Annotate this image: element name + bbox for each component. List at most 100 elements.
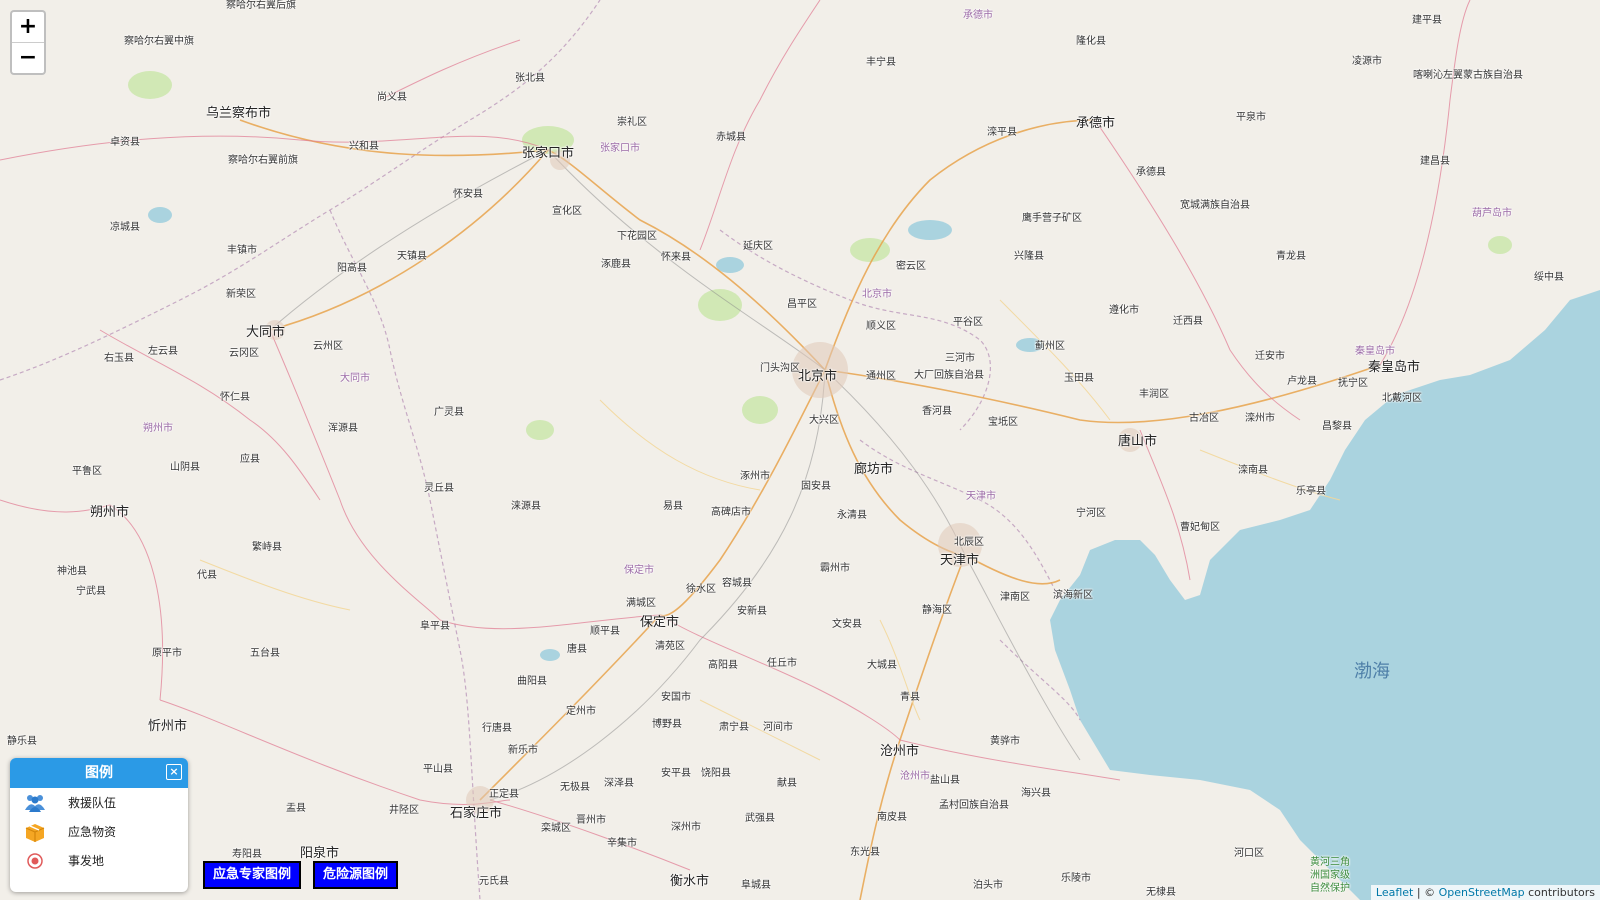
county-label: 山阴县 <box>170 462 200 473</box>
region-label: 朔州市 <box>143 423 173 434</box>
county-label: 密云区 <box>896 261 926 272</box>
county-label: 建平县 <box>1412 15 1442 26</box>
county-label: 通州区 <box>866 371 896 382</box>
county-label: 安国市 <box>661 692 691 703</box>
county-label: 浑源县 <box>328 423 358 434</box>
map-canvas[interactable]: 乌兰察布市 张家口市 承德市 大同市 北京市 廊坊市 唐山市 秦皇岛市 天津市 … <box>0 0 1600 900</box>
county-label: 顺义区 <box>866 321 896 332</box>
county-label: 涞源县 <box>511 501 541 512</box>
county-label: 繁峙县 <box>252 542 282 553</box>
sea-label: 渤海 <box>1354 661 1390 682</box>
incident-location-icon <box>24 850 46 872</box>
city-label: 朔州市 <box>90 505 130 520</box>
county-label: 泊头市 <box>973 880 1003 891</box>
legend-header: 图例 × <box>10 758 188 788</box>
county-label: 大厂回族自治县 <box>914 370 984 381</box>
city-label: 阳泉市 <box>300 846 340 861</box>
county-label: 深泽县 <box>604 778 634 789</box>
county-label: 涿鹿县 <box>601 259 631 270</box>
region-label: 北京市 <box>862 289 892 300</box>
county-label: 安新县 <box>737 606 767 617</box>
city-label: 天津市 <box>940 553 980 568</box>
county-label: 尚义县 <box>377 92 407 103</box>
county-label: 卓资县 <box>110 137 140 148</box>
legend-close-button[interactable]: × <box>166 764 182 780</box>
county-label: 神池县 <box>57 566 87 577</box>
county-label: 霸州市 <box>820 563 850 574</box>
county-label: 隆化县 <box>1076 36 1106 47</box>
county-label: 栾城区 <box>541 823 571 834</box>
park-label: 黄河三角洲国家级自然保护 <box>1310 857 1350 894</box>
city-label: 沧州市 <box>880 744 920 759</box>
county-label: 乐亭县 <box>1296 486 1326 497</box>
county-label: 大城县 <box>867 660 897 671</box>
legend-item-label: 事发地 <box>68 854 105 868</box>
county-label: 正定县 <box>489 789 519 800</box>
county-label: 博野县 <box>652 719 682 730</box>
county-label: 宁武县 <box>76 586 106 597</box>
county-label: 下花园区 <box>617 231 657 242</box>
county-label: 遵化市 <box>1109 305 1139 316</box>
county-label: 平谷区 <box>953 317 983 328</box>
county-label: 崇礼区 <box>617 117 647 128</box>
county-label: 曲阳县 <box>517 676 547 687</box>
legend-title: 图例 <box>85 765 113 781</box>
county-label: 青县 <box>900 692 920 703</box>
city-label: 衡水市 <box>670 874 710 889</box>
county-label: 武强县 <box>745 813 775 824</box>
county-label: 三河市 <box>945 353 975 364</box>
hazard-legend-button[interactable]: 危险源图例 <box>313 861 399 889</box>
rescue-team-icon <box>24 792 46 814</box>
city-label: 北京市 <box>798 369 838 384</box>
county-label: 河口区 <box>1234 848 1264 859</box>
region-label: 秦皇岛市 <box>1355 346 1395 357</box>
region-label: 张家口市 <box>600 143 640 154</box>
county-label: 建昌县 <box>1420 156 1450 167</box>
county-label: 阳高县 <box>337 263 367 274</box>
county-label: 盂县 <box>286 803 306 814</box>
county-label: 易县 <box>663 501 683 512</box>
county-label: 孟村回族自治县 <box>939 800 1009 811</box>
county-label: 怀来县 <box>661 252 691 263</box>
county-label: 云州区 <box>313 341 343 352</box>
expert-legend-button[interactable]: 应急专家图例 <box>203 861 302 889</box>
county-label: 宣化区 <box>552 206 582 217</box>
county-label: 昌黎县 <box>1322 421 1352 432</box>
county-label: 兴隆县 <box>1014 251 1044 262</box>
osm-link[interactable]: OpenStreetMap <box>1439 886 1525 899</box>
county-label: 迁西县 <box>1173 316 1203 327</box>
county-label: 南皮县 <box>877 812 907 823</box>
county-label: 丰润区 <box>1139 389 1169 400</box>
zoom-in-button[interactable]: + <box>12 12 44 42</box>
county-label: 青龙县 <box>1276 251 1306 262</box>
county-label: 鹰手营子矿区 <box>1022 213 1082 224</box>
region-label: 保定市 <box>624 565 654 576</box>
county-label: 新乐市 <box>508 745 538 756</box>
county-label: 阜城县 <box>741 880 771 891</box>
county-label: 高阳县 <box>708 660 738 671</box>
county-label: 广灵县 <box>434 407 464 418</box>
county-label: 宁河区 <box>1076 508 1106 519</box>
county-label: 静乐县 <box>7 736 37 747</box>
county-label: 东光县 <box>850 847 880 858</box>
county-label: 赤城县 <box>716 132 746 143</box>
county-label: 深州市 <box>671 822 701 833</box>
city-label: 廊坊市 <box>854 462 894 477</box>
leaflet-link[interactable]: Leaflet <box>1376 886 1413 899</box>
county-label: 抚宁区 <box>1338 378 1368 389</box>
county-label: 高碑店市 <box>711 507 751 518</box>
legend-item-rescue-team: 救援队伍 <box>10 788 188 817</box>
county-label: 文安县 <box>832 619 862 630</box>
attribution-suffix: contributors <box>1524 886 1595 899</box>
county-label: 定州市 <box>566 706 596 717</box>
city-label: 保定市 <box>640 615 680 630</box>
county-label: 绥中县 <box>1534 272 1564 283</box>
county-label: 北戴河区 <box>1382 393 1422 404</box>
zoom-out-button[interactable]: − <box>12 42 44 73</box>
county-label: 固安县 <box>801 481 831 492</box>
county-label: 香河县 <box>922 406 952 417</box>
zoom-control: + − <box>10 10 46 75</box>
county-label: 清苑区 <box>655 641 685 652</box>
county-label: 云冈区 <box>229 348 259 359</box>
city-label: 乌兰察布市 <box>206 106 272 121</box>
